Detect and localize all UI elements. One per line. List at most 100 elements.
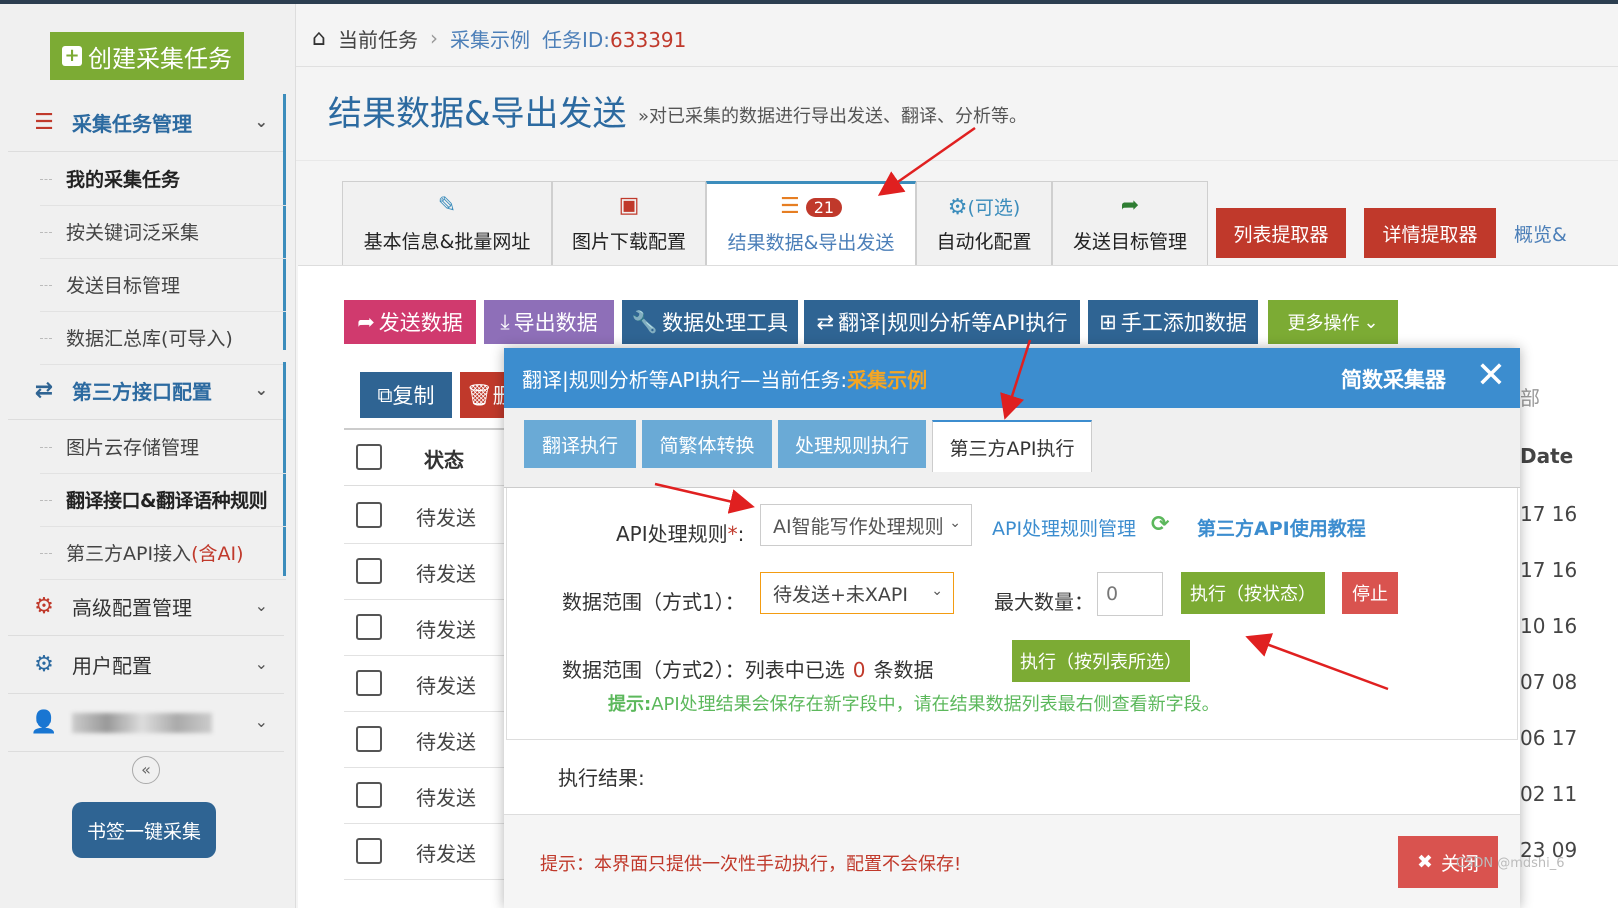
- sidebar-item-label: 我的采集任务: [66, 169, 181, 191]
- copy-icon: ⧉: [377, 382, 393, 407]
- sidebar-item-translate-rules[interactable]: 翻译接口&翻译语种规则: [40, 473, 286, 527]
- stop-button[interactable]: 停止: [1342, 572, 1398, 614]
- row-checkbox[interactable]: [356, 838, 382, 864]
- row-checkbox[interactable]: [356, 502, 382, 528]
- exec-by-status-button[interactable]: 执行（按状态）: [1181, 572, 1325, 614]
- sidebar-item-data-library[interactable]: 数据汇总库(可导入): [40, 311, 286, 365]
- status-cell: 待发送: [416, 786, 476, 810]
- select-all-checkbox[interactable]: [356, 444, 382, 470]
- detail-extractor-button[interactable]: 详情提取器: [1364, 208, 1496, 258]
- wrench-icon: 🔧: [631, 309, 659, 334]
- sidebar-group-label: 采集任务管理: [72, 112, 192, 136]
- tab-label: 结果数据&导出发送: [727, 232, 895, 254]
- sidebar-group-advanced[interactable]: ⚙ 高级配置管理 ⌄: [8, 578, 284, 636]
- list-extractor-button[interactable]: 列表提取器: [1216, 208, 1346, 258]
- sidebar-item-keyword-crawl[interactable]: 按关键词泛采集: [40, 205, 286, 259]
- chevron-down-icon: ⌄: [254, 380, 268, 399]
- search-partial: 部: [1520, 386, 1540, 410]
- optional-label: (可选): [967, 197, 1021, 219]
- copy-button[interactable]: ⧉ 复制: [360, 372, 452, 418]
- range1-select[interactable]: 待发送+未XAPI ⌄: [760, 572, 954, 614]
- more-actions-dropdown[interactable]: 更多操作 ⌄: [1268, 300, 1398, 344]
- tab-traditional-simplified[interactable]: 简繁体转换: [642, 420, 772, 468]
- task-tabs: ✎ 基本信息&批量网址 ▣ 图片下载配置 ☰ 21 结果数据&导出发送 ⚙(可选)…: [342, 181, 1208, 265]
- date-cell: 17 16: [1520, 502, 1578, 526]
- row-checkbox[interactable]: [356, 726, 382, 752]
- tab-label: 基本信息&批量网址: [363, 231, 531, 253]
- sidebar-item-send-targets[interactable]: 发送目标管理: [40, 258, 286, 312]
- divider: [296, 66, 1618, 67]
- sidebar-group-label: 高级配置管理: [72, 596, 192, 620]
- tab-result-data[interactable]: ☰ 21 结果数据&导出发送: [706, 181, 916, 265]
- exec-by-selection-button[interactable]: 执行（按列表所选）: [1012, 640, 1190, 682]
- date-column-header: Date: [1520, 444, 1574, 468]
- tab-automation[interactable]: ⚙(可选) 自动化配置: [916, 181, 1052, 265]
- tab-rules-exec[interactable]: 处理规则执行: [778, 420, 926, 468]
- sidebar-group-label: 第三方接口配置: [72, 380, 212, 404]
- app-window: + 创建采集任务 ☰ 采集任务管理 ⌄ 我的采集任务 按关键词泛采集 发送目标管…: [0, 0, 1618, 908]
- sidebar-item-label: 图片云存储管理: [66, 437, 200, 459]
- modal-task-name: 采集示例: [847, 367, 928, 392]
- home-icon[interactable]: ⌂: [312, 26, 326, 51]
- tab-send-targets[interactable]: ➦ 发送目标管理: [1052, 181, 1208, 265]
- range1-label: 数据范围（方式1）：: [562, 590, 745, 614]
- watermark: CSDN @mdshi_6: [1456, 856, 1565, 871]
- gears-icon: ⚙(可选): [947, 195, 1021, 220]
- send-data-button[interactable]: ➦ 发送数据: [344, 300, 476, 344]
- sidebar-group-user[interactable]: 👤 ⌄: [8, 694, 284, 752]
- manual-add-button[interactable]: ⊞ 手工添加数据: [1088, 300, 1258, 344]
- row-checkbox[interactable]: [356, 558, 382, 584]
- download-icon: ⤓: [500, 309, 510, 334]
- row-checkbox[interactable]: [356, 670, 382, 696]
- button-label: 复制: [392, 384, 435, 408]
- breadcrumb-task-link[interactable]: 采集示例: [450, 24, 530, 53]
- share-icon: ➦: [357, 310, 375, 334]
- sidebar-group-task-management[interactable]: ☰ 采集任务管理 ⌄: [8, 94, 284, 152]
- row-checkbox[interactable]: [356, 614, 382, 640]
- status-cell: 待发送: [416, 842, 476, 866]
- sidebar-item-image-cloud[interactable]: 图片云存储管理: [40, 420, 286, 474]
- list-icon: ☰: [34, 110, 54, 135]
- sidebar-item-label: 第三方API接入: [66, 543, 192, 565]
- tab-translate[interactable]: 翻译执行: [524, 420, 636, 468]
- tab-image-download[interactable]: ▣ 图片下载配置: [552, 181, 706, 265]
- breadcrumb-current: 当前任务: [337, 27, 418, 52]
- button-label: 手工添加数据: [1120, 311, 1247, 335]
- chevron-down-icon: ⌄: [254, 712, 268, 731]
- select-value: 待发送+未XAPI: [773, 583, 908, 606]
- api-rule-manage-link[interactable]: API处理规则管理: [992, 514, 1136, 541]
- sidebar-item-third-party-api[interactable]: 第三方API接入 (含AI): [40, 526, 286, 580]
- task-id-value: 633391: [610, 27, 687, 52]
- count-badge: 21: [805, 198, 843, 217]
- ai-suffix: (含AI): [191, 543, 244, 565]
- overview-link[interactable]: 概览&: [1514, 208, 1618, 258]
- database-icon: ☰ 21: [780, 194, 843, 220]
- tab-third-party-api[interactable]: 第三方API执行: [932, 420, 1092, 472]
- tab-basic-info[interactable]: ✎ 基本信息&批量网址: [342, 181, 552, 265]
- trash-icon: 🗑: [466, 382, 493, 407]
- tutorial-link[interactable]: 第三方API使用教程: [1197, 514, 1366, 541]
- delete-button[interactable]: 🗑 删: [460, 372, 506, 418]
- breadcrumb: ⌂ 当前任务 › 采集示例 任务ID:633391: [312, 18, 686, 58]
- button-label: 导出数据: [513, 311, 598, 335]
- button-label: 数据处理工具: [662, 311, 789, 335]
- bookmark-collect-button[interactable]: 书签一键采集: [72, 802, 216, 858]
- breadcrumb-separator: ›: [429, 26, 438, 50]
- refresh-icon[interactable]: ⟳: [1151, 512, 1169, 537]
- api-rule-select[interactable]: AI智能写作处理规则 ⌄: [760, 504, 972, 546]
- export-data-button[interactable]: ⤓ 导出数据: [484, 300, 614, 344]
- sidebar-group-third-party[interactable]: ⇄ 第三方接口配置 ⌄: [8, 362, 284, 420]
- api-exec-button[interactable]: ⇄ 翻译|规则分析等API执行: [804, 300, 1080, 344]
- create-task-button[interactable]: + 创建采集任务: [50, 32, 244, 80]
- max-count-label: 最大数量：: [994, 590, 1094, 614]
- max-count-input[interactable]: 0: [1097, 572, 1163, 616]
- date-cell: 10 16: [1520, 614, 1578, 638]
- close-icon[interactable]: ✕: [1476, 356, 1506, 396]
- sidebar-item-my-tasks[interactable]: 我的采集任务: [40, 152, 286, 206]
- collapse-sidebar-button[interactable]: «: [132, 756, 160, 784]
- create-task-label: 创建采集任务: [88, 44, 232, 73]
- data-tools-button[interactable]: 🔧 数据处理工具: [622, 300, 798, 344]
- chevron-down-icon: ⌄: [931, 583, 943, 599]
- sidebar-group-user-config[interactable]: ⚙ 用户配置 ⌄: [8, 636, 284, 694]
- row-checkbox[interactable]: [356, 782, 382, 808]
